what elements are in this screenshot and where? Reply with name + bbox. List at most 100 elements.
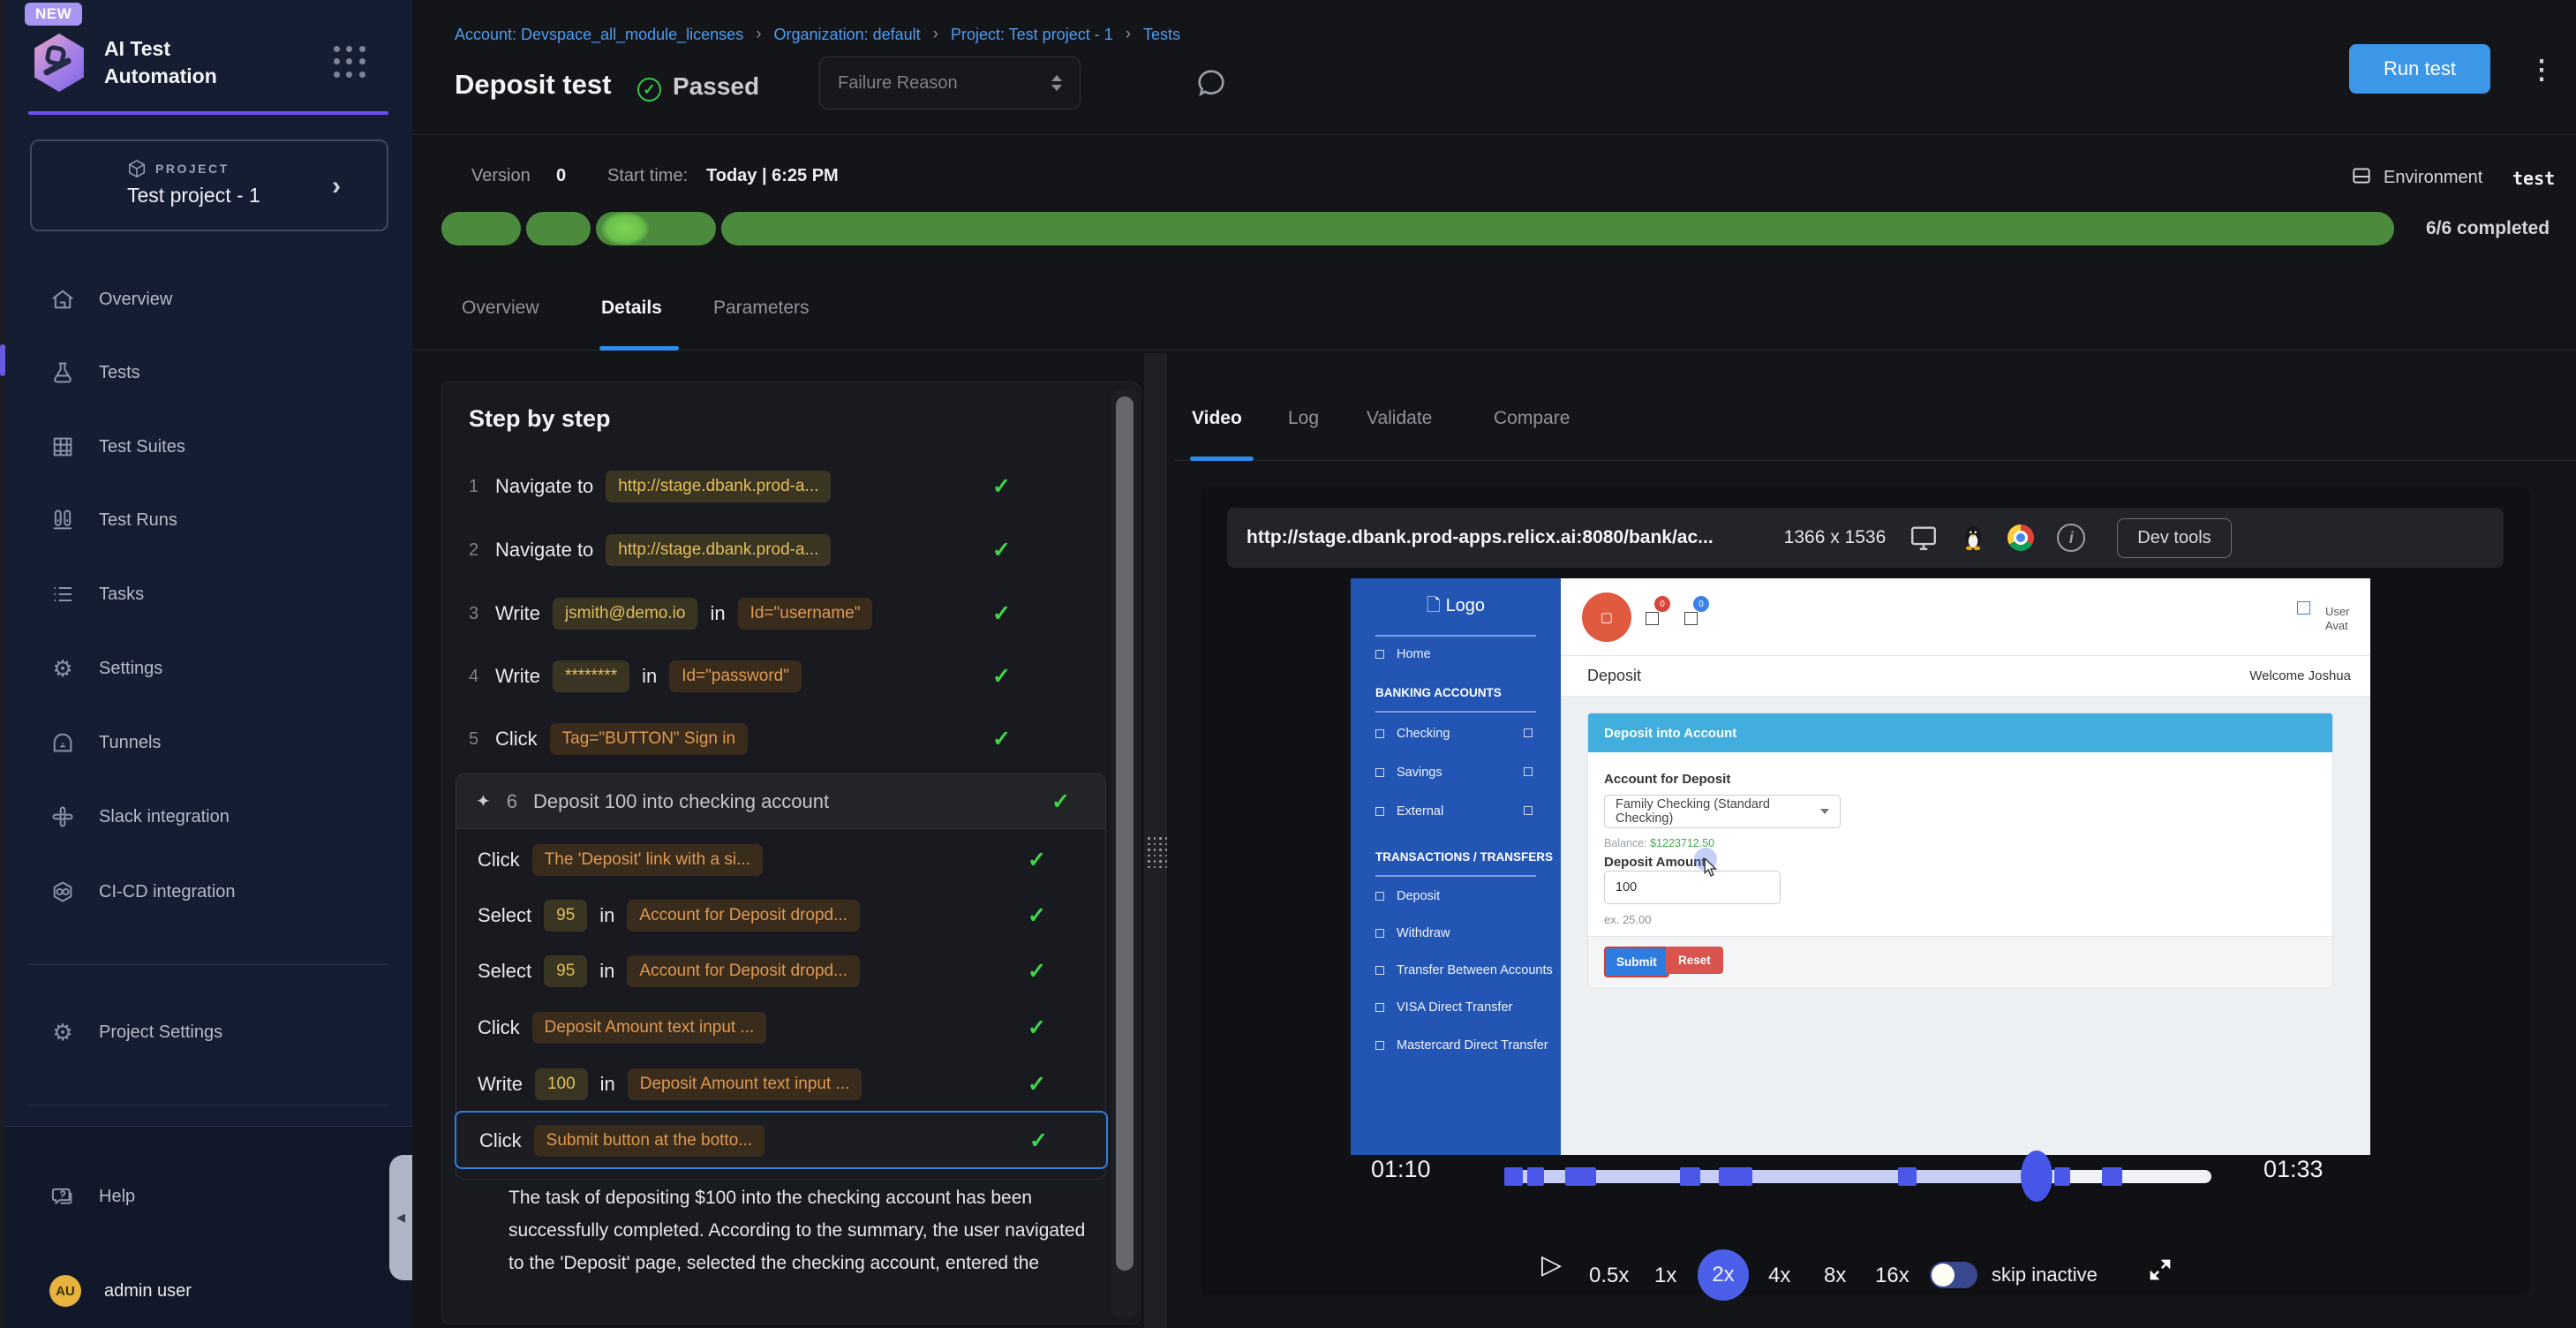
step-row-1[interactable]: 1 Navigate to http://stage.dbank.prod-a.… — [469, 465, 1087, 508]
step-row-4[interactable]: 4 Write ******** in Id="password" ✓ — [469, 655, 1087, 698]
speed-2x[interactable]: 2x — [1698, 1249, 1749, 1301]
tab-overview[interactable]: Overview — [462, 298, 539, 319]
scrubber-track[interactable] — [1504, 1170, 2211, 1183]
step-target-chip[interactable]: Deposit Amount text input ... — [628, 1068, 862, 1100]
breadcrumb-account[interactable]: Account: Devspace_all_module_licenses — [455, 26, 743, 44]
tab-details[interactable]: Details — [601, 298, 662, 319]
speed-16x[interactable]: 16x — [1875, 1264, 1909, 1288]
substep-row-2[interactable]: Select 95 in Account for Deposit dropd..… — [478, 894, 1060, 937]
tab-validate[interactable]: Validate — [1367, 408, 1432, 429]
selected-substep-row[interactable]: Click Submit button at the botto... ✓ — [455, 1111, 1108, 1169]
bank-sidebar: 🗋 Logo Home BANKING ACCOUNTS Checking Sa… — [1351, 578, 1561, 1155]
step-target-chip[interactable]: Id="username" — [738, 598, 873, 630]
account-for-deposit-select[interactable]: Family Checking (Standard Checking) — [1604, 795, 1841, 828]
start-time-label: Start time: — [607, 166, 688, 186]
project-selector[interactable]: PROJECT Test project - 1 › — [30, 140, 388, 231]
help-button[interactable]: Help — [30, 1172, 388, 1221]
tab-log[interactable]: Log — [1288, 408, 1319, 429]
breadcrumb-project[interactable]: Project: Test project - 1 — [951, 26, 1113, 44]
step-value-chip[interactable]: ******** — [553, 660, 629, 692]
step-target-chip[interactable]: Account for Deposit dropd... — [627, 955, 860, 987]
progress-segment[interactable] — [721, 212, 2394, 245]
substep-row-5[interactable]: Write 100 in Deposit Amount text input .… — [478, 1063, 1060, 1105]
sidebar-item-test-suites[interactable]: Test Suites — [30, 422, 388, 472]
sidebar-item-overview[interactable]: Overview — [30, 275, 388, 324]
speed-8x[interactable]: 8x — [1824, 1264, 1846, 1288]
sidebar-item-settings[interactable]: ⚙ Settings — [30, 644, 388, 693]
bank-nav-withdraw[interactable]: Withdraw — [1375, 926, 1450, 940]
failure-reason-select[interactable]: Failure Reason — [819, 57, 1081, 109]
step-target-chip[interactable]: http://stage.dbank.prod-a... — [606, 534, 831, 566]
fullscreen-icon[interactable] — [2147, 1256, 2173, 1287]
speed-4x[interactable]: 4x — [1768, 1264, 1790, 1288]
tab-video[interactable]: Video — [1192, 408, 1242, 429]
step-target-chip[interactable]: Id="password" — [669, 660, 802, 692]
comment-icon[interactable] — [1194, 65, 1229, 105]
scrollbar-thumb[interactable] — [1116, 396, 1134, 1271]
bank-nav-visa[interactable]: VISA Direct Transfer — [1375, 1000, 1512, 1015]
devtools-button[interactable]: Dev tools — [2117, 518, 2231, 558]
scrubber-handle[interactable] — [2021, 1151, 2053, 1202]
substep-row-4[interactable]: Click Deposit Amount text input ... ✓ — [478, 1007, 1060, 1049]
active-tab-underline — [599, 346, 679, 351]
tab-parameters[interactable]: Parameters — [713, 298, 810, 319]
progress-segment[interactable] — [441, 212, 521, 245]
bank-reset-button[interactable]: Reset — [1666, 947, 1723, 974]
speed-0.5x[interactable]: 0.5x — [1589, 1264, 1629, 1288]
substep-row-1[interactable]: Click The 'Deposit' link with a si... ✓ — [478, 839, 1060, 881]
sidebar-item-tunnels[interactable]: Tunnels — [30, 718, 388, 767]
step-group-header[interactable]: ✦ 6 Deposit 100 into checking account ✓ — [456, 774, 1105, 829]
bank-nav-external[interactable]: External — [1375, 804, 1443, 819]
step-value-chip[interactable]: jsmith@demo.io — [553, 598, 698, 630]
sidebar-collapse-handle[interactable]: ◀ — [389, 1155, 412, 1280]
bank-nav-home[interactable]: Home — [1375, 647, 1431, 661]
app-logo-icon[interactable] — [32, 34, 87, 92]
play-button[interactable]: ▷ — [1541, 1249, 1562, 1280]
sidebar-item-slack-integration[interactable]: Slack integration — [30, 792, 388, 841]
step-row-5[interactable]: 5 Click Tag="BUTTON" Sign in ✓ — [469, 718, 1087, 760]
bank-submit-button[interactable]: Submit — [1604, 947, 1669, 977]
step-value-chip[interactable]: 100 — [535, 1068, 588, 1100]
kebab-menu-icon[interactable]: ⋮ — [2528, 55, 2555, 86]
progress-segment[interactable] — [526, 212, 591, 245]
step-target-chip[interactable]: Deposit Amount text input ... — [532, 1012, 767, 1044]
step-target-chip[interactable]: http://stage.dbank.prod-a... — [606, 471, 831, 502]
run-test-button[interactable]: Run test — [2349, 44, 2490, 94]
bank-nav-deposit[interactable]: Deposit — [1375, 889, 1440, 903]
tab-compare[interactable]: Compare — [1494, 408, 1570, 429]
bank-nav-savings[interactable]: Savings — [1375, 766, 1442, 780]
sidebar-item-tests[interactable]: Tests — [30, 348, 388, 397]
step-row-3[interactable]: 3 Write jsmith@demo.io in Id="username" … — [469, 592, 1087, 635]
step-row-2[interactable]: 2 Navigate to http://stage.dbank.prod-a.… — [469, 529, 1087, 571]
panel-splitter[interactable] — [1144, 353, 1167, 1328]
bank-nav-checking[interactable]: Checking — [1375, 727, 1450, 741]
sidebar-item-tasks[interactable]: Tasks — [30, 570, 388, 619]
deposit-amount-input[interactable]: 100 — [1604, 871, 1781, 904]
skip-inactive-toggle[interactable] — [1930, 1262, 1977, 1288]
video-player: http://stage.dbank.prod-apps.relicx.ai:8… — [1201, 487, 2530, 1295]
user-menu[interactable]: AU admin user — [30, 1266, 388, 1316]
info-icon[interactable]: i — [2057, 524, 2085, 552]
speed-1x[interactable]: 1x — [1654, 1264, 1676, 1288]
breadcrumb-organization[interactable]: Organization: default — [774, 26, 921, 44]
bank-nav-mastercard[interactable]: Mastercard Direct Transfer — [1375, 1038, 1548, 1053]
sidebar-item-project-settings[interactable]: ⚙ Project Settings — [30, 1007, 388, 1057]
breadcrumb-tests[interactable]: Tests — [1143, 26, 1180, 44]
breadcrumb-separator: › — [1126, 25, 1131, 44]
step-panel-scrollbar[interactable] — [1111, 389, 1138, 1317]
video-url[interactable]: http://stage.dbank.prod-apps.relicx.ai:8… — [1247, 527, 1714, 548]
sidebar-item-cicd-integration[interactable]: CI-CD integration — [30, 867, 388, 917]
step-value-chip[interactable]: 95 — [544, 955, 587, 987]
step-target-chip[interactable]: Tag="BUTTON" Sign in — [550, 723, 748, 755]
progress-segment[interactable] — [596, 212, 716, 245]
scrubber-marker — [1527, 1167, 1544, 1186]
balance-line: Balance: $1223712.50 — [1604, 837, 1714, 849]
step-value-chip[interactable]: 95 — [544, 900, 587, 932]
step-target-chip[interactable]: Submit button at the botto... — [534, 1125, 765, 1157]
step-target-chip[interactable]: Account for Deposit dropd... — [627, 900, 860, 932]
bank-nav-transfer[interactable]: Transfer Between Accounts — [1375, 963, 1553, 977]
substep-row-3[interactable]: Select 95 in Account for Deposit dropd..… — [478, 950, 1060, 992]
sidebar-item-test-runs[interactable]: Test Runs — [30, 495, 388, 545]
app-switcher-icon[interactable] — [334, 46, 366, 79]
step-target-chip[interactable]: The 'Deposit' link with a si... — [532, 844, 763, 876]
